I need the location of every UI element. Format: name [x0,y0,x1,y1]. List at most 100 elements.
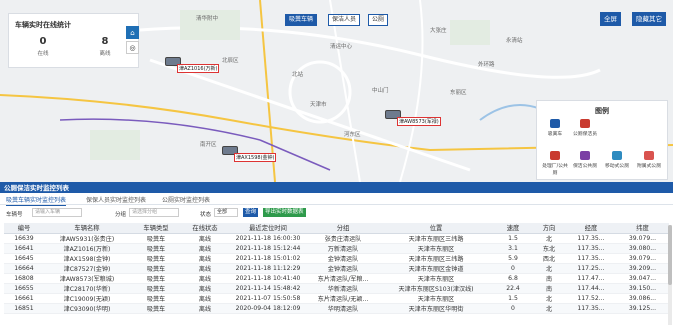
online-stat: 0 在线 [23,36,63,57]
map-label: 北站 [292,72,304,78]
vehicle-plate: 津AX1598(金钟) [234,153,277,162]
table-cell: 117.35... [566,243,616,254]
filter-bar: 车辆号 请输入车辆 分组 请选择分组 状态 全部 查询 导出实时数据表 [0,205,673,220]
col-header[interactable]: 分组 [308,223,378,234]
map-label: 永清站 [506,38,523,44]
map-label: 中山门 [372,88,389,94]
table-cell: 16664 [4,263,44,274]
table-row[interactable]: 16655 津C28170(华新) 吸粪车 离线 2021-11-14 15:48:42… [4,283,669,294]
table-row[interactable]: 16641 津AZ1016(万新) 吸粪车 离线 2021-11-18 15:12:44… [4,243,669,254]
legend-item: 公厕保洁员 [571,119,599,137]
table-cell: 天津市东丽区 [378,273,494,284]
col-header[interactable]: 在线状态 [182,223,228,234]
table-cell: 2020-09-04 18:12:09 [228,303,308,314]
table-cell: 天津市东丽区S103(津汉线) [378,283,494,294]
col-header[interactable]: 最近定位时间 [228,223,308,234]
chart-toggle-icon[interactable]: ⌂ [126,26,139,39]
table-cell: 1.5 [494,233,532,244]
query-button[interactable]: 查询 [243,208,259,217]
table-cell: 华新清运队 [308,283,378,294]
status-filter-label: 状态 [200,212,212,218]
vehicle-marker[interactable]: 津AW8573(军禄) [385,110,441,126]
table-cell: 离线 [182,273,228,284]
table-cell: 吸粪车 [130,273,182,284]
table-cell: 张贵庄清运队 [308,233,378,244]
table-cell: 0 [494,303,532,314]
table-cell: 39.209... [616,263,669,274]
table-cell: 5.9 [494,253,532,264]
map-label: 清运中心 [330,44,353,50]
stats-title: 车辆实时在线统计 [15,21,71,29]
col-header[interactable]: 纬度 [616,223,669,234]
table-cell: 离线 [182,233,228,244]
offline-label: 离线 [99,51,111,57]
vehicle-marker[interactable]: 津AX1598(金钟) [222,146,277,162]
table-cell: 22.4 [494,283,532,294]
col-header[interactable]: 方向 [532,223,566,234]
vehicle-table: 编号 车辆名称 车辆类型 在线状态 最近定位时间 分组 位置 速度 方向 经度 … [4,223,669,314]
toilet-layer-toggle[interactable]: 公厕 [368,14,389,26]
group-filter-select[interactable]: 请选择分组 [129,208,179,217]
table-cell: 离线 [182,253,228,264]
table-cell: 天津市东丽区 [378,293,494,304]
table-cell: 吸粪车 [130,263,182,274]
table-cell: 39.086... [616,293,669,304]
table-cell: 津C93090(华明) [44,303,130,314]
pin-icon[interactable]: ◎ [126,41,139,54]
col-header[interactable]: 经度 [566,223,616,234]
table-scrollbar[interactable] [668,225,672,325]
table-cell: 16655 [4,283,44,294]
legend-item: 处理厂/公共厕 [541,151,569,176]
table-row[interactable]: 16639 津AW5931(张贵庄) 吸粪车 离线 2021-11-18 16:00:3… [4,233,669,244]
table-row[interactable]: 16808 津AW8573(军粮城) 吸粪车 离线 2021-11-18 10:41:4… [4,273,669,284]
map-label: 河东区 [344,132,361,138]
scrollbar-thumb[interactable] [668,225,672,285]
table-cell: 1.5 [494,293,532,304]
table-cell: 吸粪车 [130,253,182,264]
tab-toilet-monitor[interactable]: 公厕实时监控列表 [162,195,210,204]
table-row[interactable]: 16851 津C93090(华明) 吸粪车 离线 2020-09-04 18:12:09… [4,303,669,314]
table-row[interactable]: 16661 津C19009(无颖) 吸粪车 离线 2021-11-07 15:50:58… [4,293,669,304]
table-row[interactable]: 16645 津AX1598(金钟) 吸粪车 离线 2021-11-18 15:01:02… [4,253,669,264]
crew-layer-toggle[interactable]: 保洁人员 [328,14,361,26]
table-cell: 南 [532,273,566,284]
col-header[interactable]: 编号 [4,223,44,234]
table-cell: 2021-11-18 15:01:02 [228,253,308,264]
vehicle-layer-toggle[interactable]: 吸粪车辆 [285,14,318,26]
table-cell: 2021-11-14 15:48:42 [228,283,308,294]
table-cell: 北 [532,233,566,244]
vehicle-marker[interactable]: 津AZ1016(万新) [165,57,220,73]
person-icon [580,119,590,128]
truck-icon [550,119,560,128]
online-count: 0 [39,36,47,47]
col-header[interactable]: 车辆类型 [130,223,182,234]
table-cell: 16661 [4,293,44,304]
table-cell: 39.047... [616,273,669,284]
table-cell: 吸粪车 [130,243,182,254]
table-cell: 津AW8573(军粮城) [44,273,130,284]
col-header[interactable]: 车辆名称 [44,223,130,234]
legend-label: 移动式公厕 [605,164,629,169]
table-cell: 天津市东丽区 [378,243,494,254]
legend-label: 处理厂/公共厕 [542,164,568,176]
table-cell: 津C19009(无颖) [44,293,130,304]
map-view[interactable]: 清华附中 清运中心 天津市 北辰区 东丽区 永清站 大张庄 外环路 中山门 北站… [0,0,673,182]
export-button[interactable]: 导出实时数据表 [263,208,306,217]
table-row[interactable]: 16664 津C87527(金钟) 吸粪车 离线 2021-11-18 11:12:29… [4,263,669,274]
map-label: 南开区 [200,142,217,148]
toilet-icon [550,151,560,160]
online-label: 在线 [37,51,49,57]
table-cell: 117.47... [566,273,616,284]
col-header[interactable]: 位置 [378,223,494,234]
plate-filter-input[interactable]: 请输入车辆 [32,208,82,217]
tab-crew-monitor[interactable]: 保保人员实时监控列表 [86,195,146,204]
map-label: 东丽区 [450,90,467,96]
vehicle-plate: 津AZ1016(万新) [177,64,220,73]
hide-others-button[interactable]: 隐藏其它 [632,12,666,26]
table-cell: 离线 [182,283,228,294]
map-label: 北辰区 [222,58,239,64]
col-header[interactable]: 速度 [494,223,532,234]
fullscreen-button[interactable]: 全屏 [600,12,621,26]
map-label: 清华附中 [196,16,219,22]
status-filter-select[interactable]: 全部 [214,208,238,217]
